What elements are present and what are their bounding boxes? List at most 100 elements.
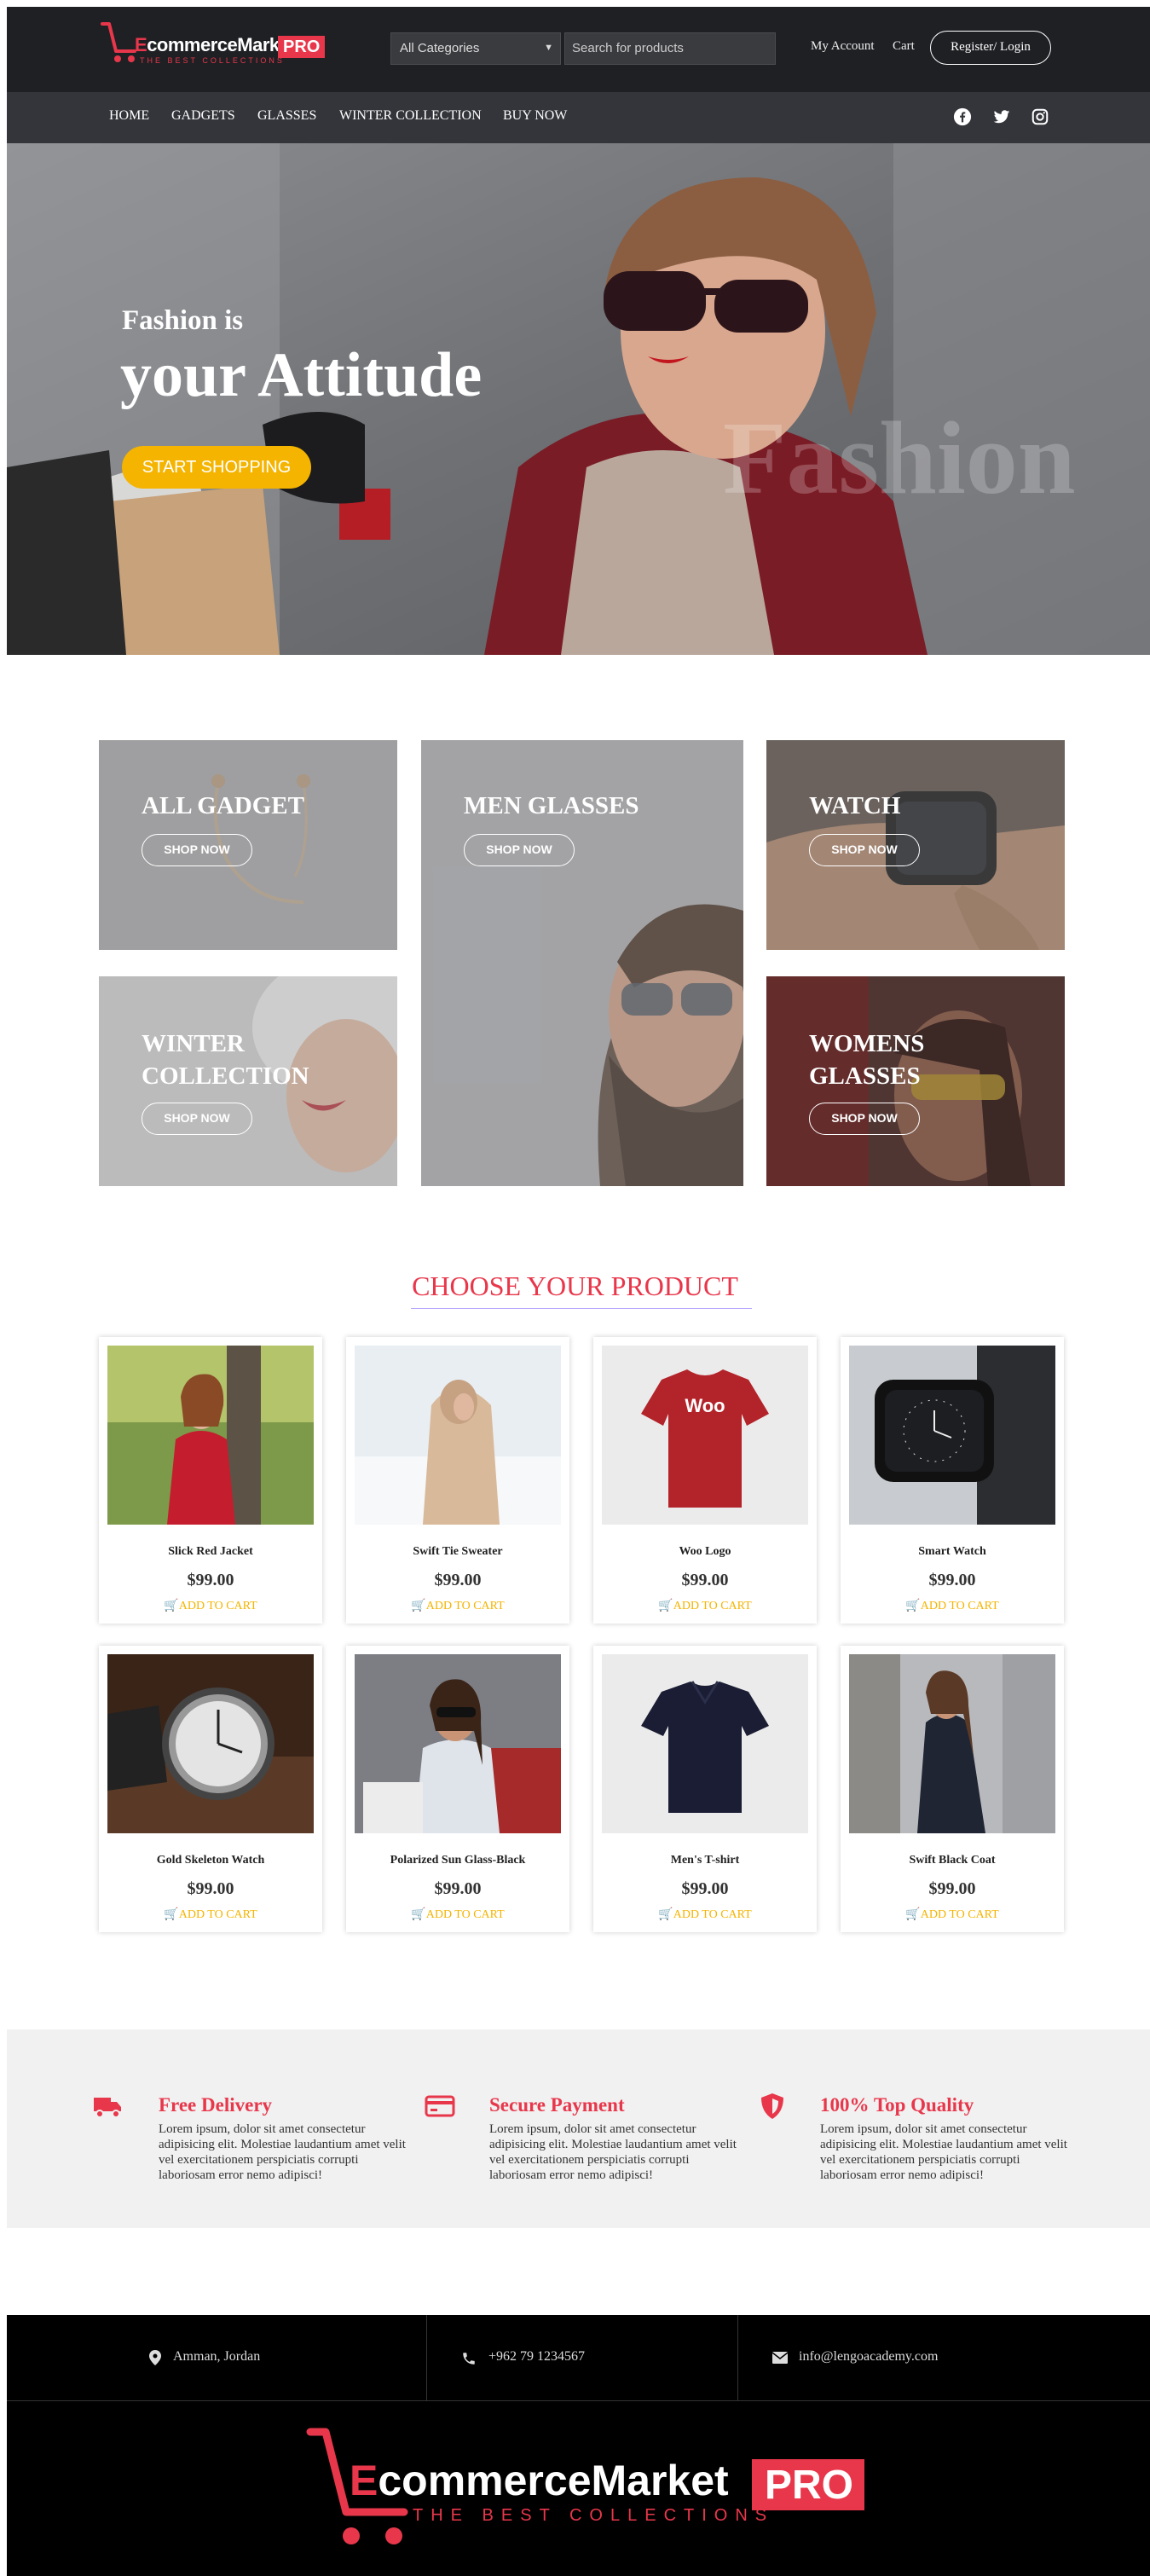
nav-winter-collection[interactable]: WINTER COLLECTION <box>339 108 482 124</box>
product-name[interactable]: Smart Watch <box>841 1545 1064 1559</box>
product-card[interactable]: Polarized Sun Glass-Black $99.00 🛒ADD TO… <box>346 1646 569 1932</box>
product-card[interactable]: Gold Skeleton Watch $99.00 🛒ADD TO CART <box>99 1646 322 1932</box>
feature-title: Secure Payment <box>489 2094 625 2116</box>
product-card[interactable]: Woo Woo Logo $99.00 🛒ADD TO CART <box>593 1337 817 1624</box>
product-image-sunglass-woman <box>355 1654 561 1833</box>
footer-logo[interactable]: EcommerceMarket PRO THE BEST COLLECTIONS <box>302 2427 864 2555</box>
feature-title: 100% Top Quality <box>820 2094 974 2116</box>
product-price: $99.00 <box>681 1879 729 1898</box>
product-price: $99.00 <box>434 1571 482 1589</box>
product-name[interactable]: Polarized Sun Glass-Black <box>346 1854 569 1867</box>
category-tile-men-glasses[interactable]: MEN GLASSES SHOP NOW <box>421 740 743 1186</box>
product-name[interactable]: Swift Black Coat <box>841 1854 1064 1867</box>
product-card[interactable]: Swift Black Coat $99.00 🛒ADD TO CART <box>841 1646 1064 1932</box>
add-to-cart-button[interactable]: 🛒ADD TO CART <box>346 1907 569 1922</box>
add-to-cart-button[interactable]: 🛒ADD TO CART <box>593 1599 817 1613</box>
product-price: $99.00 <box>928 1571 976 1589</box>
category-tile-watch[interactable]: WATCH SHOP NOW <box>766 740 1065 950</box>
footer-brand-name: EcommerceMarket <box>350 2457 729 2504</box>
footer-email[interactable]: info@lengoacademy.com <box>799 2349 938 2365</box>
cart-icon: 🛒 <box>164 1908 179 1921</box>
shop-now-button[interactable]: SHOP NOW <box>142 834 252 866</box>
feature-text: Lorem ipsum, dolor sit amet consectetur … <box>489 2122 737 2182</box>
facebook-icon[interactable] <box>953 107 972 126</box>
feature-text: Lorem ipsum, dolor sit amet consectetur … <box>820 2122 1067 2182</box>
category-tile-winter-collection[interactable]: WINTER COLLECTION SHOP NOW <box>99 976 397 1186</box>
product-image-red-jacket <box>107 1346 314 1525</box>
product-name[interactable]: Woo Logo <box>593 1545 817 1559</box>
category-tile-womens-glasses[interactable]: WOMENS GLASSES SHOP NOW <box>766 976 1065 1186</box>
brand-pro-badge: PRO <box>278 36 326 58</box>
cart-icon: 🛒 <box>658 1908 673 1921</box>
product-price: $99.00 <box>928 1879 976 1898</box>
shop-now-button[interactable]: SHOP NOW <box>809 834 920 866</box>
product-print: Woo <box>685 1395 725 1416</box>
product-card[interactable]: Men's T-shirt $99.00 🛒ADD TO CART <box>593 1646 817 1932</box>
category-tile-all-gadget[interactable]: ALL GADGET SHOP NOW <box>99 740 397 950</box>
cart-link[interactable]: Cart <box>893 39 915 54</box>
add-to-cart-button[interactable]: 🛒ADD TO CART <box>593 1907 817 1922</box>
footer-address: Amman, Jordan <box>173 2349 261 2364</box>
product-image-mens-tshirt <box>602 1654 808 1833</box>
search-input[interactable]: Search for products <box>564 32 776 65</box>
products-section-title: CHOOSE YOUR PRODUCT <box>412 1271 738 1301</box>
product-price: $99.00 <box>187 1879 234 1898</box>
product-image-woo-tshirt: Woo <box>602 1346 808 1525</box>
footer-brand-tagline: THE BEST COLLECTIONS <box>413 2506 774 2525</box>
register-login-button[interactable]: Register/ Login <box>930 31 1051 65</box>
shield-icon <box>761 2093 783 2119</box>
cart-icon: 🛒 <box>411 1908 426 1921</box>
footer-phone[interactable]: +962 79 1234567 <box>488 2349 585 2365</box>
divider <box>737 2315 738 2400</box>
nav-home[interactable]: HOME <box>109 108 149 124</box>
header-logo[interactable]: EcommerceMarket PRO THE BEST COLLECTIONS <box>101 19 331 70</box>
tile-title: MEN GLASSES <box>464 792 639 819</box>
cart-icon: 🛒 <box>905 1908 921 1921</box>
product-name[interactable]: Slick Red Jacket <box>99 1545 322 1559</box>
envelope-icon <box>772 2352 788 2364</box>
features-section: Free Delivery Lorem ipsum, dolor sit ame… <box>7 2029 1150 2228</box>
product-card[interactable]: Slick Red Jacket $99.00 🛒ADD TO CART <box>99 1337 322 1624</box>
add-to-cart-button[interactable]: 🛒ADD TO CART <box>99 1599 322 1613</box>
instagram-icon[interactable] <box>1031 107 1049 126</box>
nav-glasses[interactable]: GLASSES <box>257 108 316 124</box>
category-select[interactable]: All Categories ▼ <box>390 32 561 65</box>
hero-watermark: Fashion <box>723 401 1076 516</box>
shop-now-button[interactable]: SHOP NOW <box>809 1103 920 1135</box>
nav-buy-now[interactable]: BUY NOW <box>503 108 567 124</box>
product-name[interactable]: Swift Tie Sweater <box>346 1545 569 1559</box>
cart-icon: 🛒 <box>658 1600 673 1612</box>
map-pin-icon <box>149 2350 161 2365</box>
tile-title: WATCH <box>809 792 901 819</box>
start-shopping-button[interactable]: START SHOPPING <box>122 446 311 489</box>
phone-icon <box>463 2353 475 2365</box>
product-card[interactable]: Smart Watch $99.00 🛒ADD TO CART <box>841 1337 1064 1624</box>
chevron-down-icon: ▼ <box>544 43 553 53</box>
add-to-cart-button[interactable]: 🛒ADD TO CART <box>346 1599 569 1613</box>
my-account-link[interactable]: My Account <box>811 39 875 54</box>
page: EcommerceMarket PRO THE BEST COLLECTIONS… <box>0 0 1150 2576</box>
product-image-smart-watch <box>849 1346 1055 1525</box>
credit-card-icon <box>425 2095 455 2117</box>
add-to-cart-button[interactable]: 🛒ADD TO CART <box>99 1907 322 1922</box>
product-name[interactable]: Gold Skeleton Watch <box>99 1854 322 1867</box>
add-to-cart-button[interactable]: 🛒ADD TO CART <box>841 1599 1064 1613</box>
feature-text: Lorem ipsum, dolor sit amet consectetur … <box>159 2122 406 2182</box>
shop-now-button[interactable]: SHOP NOW <box>464 834 575 866</box>
brand-name: EcommerceMarket <box>135 34 296 55</box>
product-price: $99.00 <box>434 1879 482 1898</box>
brand-tagline: THE BEST COLLECTIONS <box>140 56 285 65</box>
product-image-skeleton-watch <box>107 1654 314 1833</box>
product-name[interactable]: Men's T-shirt <box>593 1854 817 1867</box>
cart-icon: 🛒 <box>411 1600 426 1612</box>
nav-gadgets[interactable]: GADGETS <box>171 108 235 124</box>
cart-icon: 🛒 <box>164 1600 179 1612</box>
add-to-cart-button[interactable]: 🛒ADD TO CART <box>841 1907 1064 1922</box>
hero-banner: Fashion is your Attitude START SHOPPING … <box>7 143 1150 655</box>
title-underline <box>411 1308 752 1309</box>
product-card[interactable]: Swift Tie Sweater $99.00 🛒ADD TO CART <box>346 1337 569 1624</box>
twitter-icon[interactable] <box>992 107 1011 126</box>
shop-now-button[interactable]: SHOP NOW <box>142 1103 252 1135</box>
feature-title: Free Delivery <box>159 2094 273 2116</box>
product-price: $99.00 <box>187 1571 234 1589</box>
